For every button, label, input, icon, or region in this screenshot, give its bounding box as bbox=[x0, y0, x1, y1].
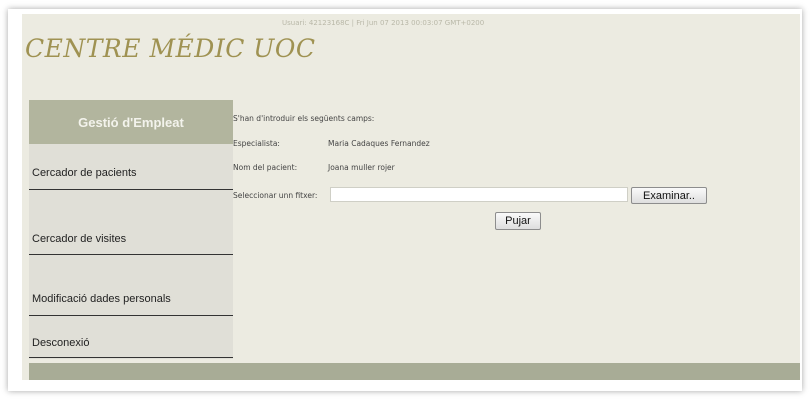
footer-bar bbox=[29, 363, 800, 380]
sidebar-item-visit-search[interactable]: Cercador de visites bbox=[29, 233, 233, 253]
sidebar-divider bbox=[29, 315, 233, 316]
sidebar-item-edit-personal-data[interactable]: Modificació dades personals bbox=[29, 293, 233, 313]
sidebar-divider bbox=[29, 357, 233, 358]
sidebar-divider bbox=[29, 254, 233, 255]
sidebar-item-label: Desconexió bbox=[32, 337, 90, 349]
sidebar-item-label: Cercador de visites bbox=[32, 233, 127, 245]
user-session-info: Usuari: 42123168C | Fri Jun 07 2013 00:0… bbox=[282, 19, 485, 27]
specialist-value: Maria Cadaques Fernandez bbox=[328, 139, 430, 148]
file-select-label: Seleccionar unn fitxer: bbox=[233, 191, 318, 200]
sidebar-item-label: Cercador de pacients bbox=[32, 167, 137, 179]
patient-name-label: Nom del pacient: bbox=[233, 163, 298, 172]
sidebar-item-patient-search[interactable]: Cercador de pacients bbox=[29, 167, 233, 187]
patient-name-value: Joana muller rojer bbox=[328, 163, 395, 172]
site-logo: CENTRE MÉDIC UOC bbox=[25, 34, 316, 63]
sidebar-item-label: Modificació dades personals bbox=[32, 293, 171, 305]
form-intro: S'han d'introduir els següents camps: bbox=[233, 114, 375, 123]
sidebar-title: Gestió d'Empleat bbox=[29, 100, 233, 144]
browse-button[interactable]: Examinar.. bbox=[631, 187, 707, 204]
specialist-label: Especialista: bbox=[233, 139, 280, 148]
upload-button[interactable]: Pujar bbox=[495, 212, 541, 230]
sidebar-divider bbox=[29, 189, 233, 190]
sidebar-item-logout[interactable]: Desconexió bbox=[29, 337, 233, 357]
file-path-input[interactable] bbox=[330, 187, 628, 202]
